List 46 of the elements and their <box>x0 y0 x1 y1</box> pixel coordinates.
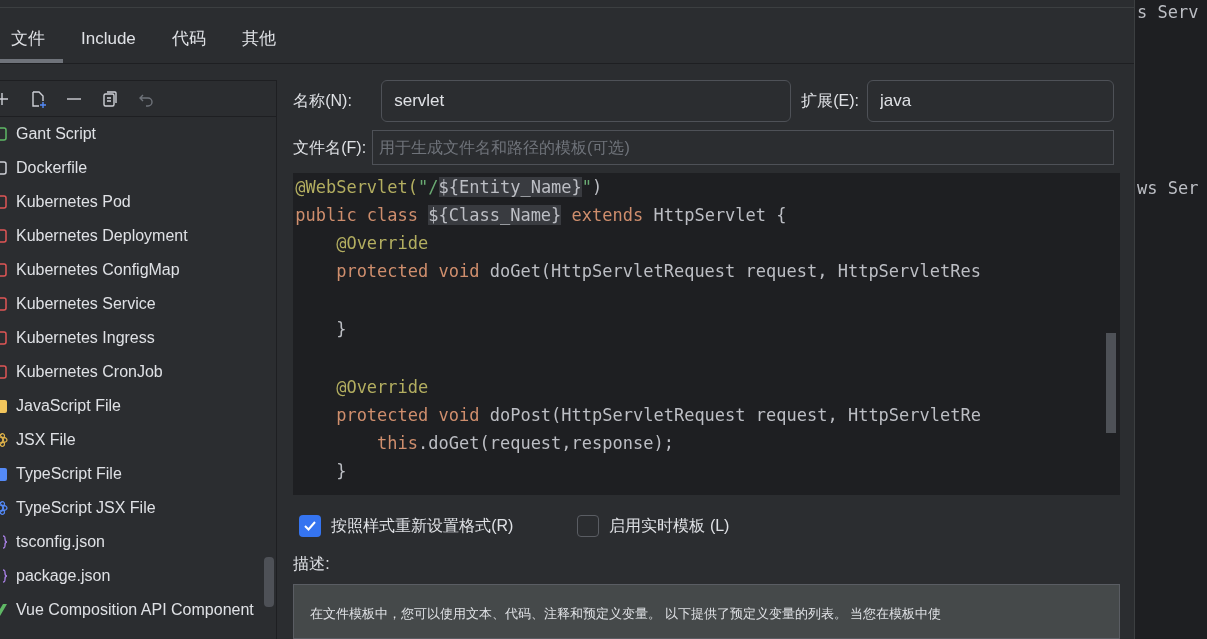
checkbox-label: 启用实时模板 (L) <box>609 515 730 536</box>
field-label: 文件名(F): <box>293 137 367 158</box>
background-code: ws Ser <box>1137 176 1200 200</box>
template-list-item[interactable]: Kubernetes Ingress <box>16 326 155 350</box>
template-list-item[interactable]: Kubernetes Pod <box>16 190 131 214</box>
code-line: } <box>335 319 347 339</box>
code-line: this.doGet(request,response); <box>376 433 674 453</box>
template-list-item[interactable]: Dockerfile <box>16 156 88 180</box>
code-editor[interactable] <box>293 173 1120 495</box>
code-line: protected void doGet(HttpServletRequest request, HttpServletRes <box>335 261 981 281</box>
extension-field[interactable]: java <box>867 80 1114 122</box>
tab[interactable]: 其他 <box>223 19 294 63</box>
template-list-item[interactable]: JSX File <box>16 428 76 452</box>
template-list-item[interactable]: Kubernetes CronJob <box>16 360 163 384</box>
name-field[interactable]: servlet <box>381 80 792 122</box>
copy-icon[interactable] <box>100 88 120 109</box>
code-line: @Override <box>335 233 429 253</box>
template-list-item[interactable]: package.json <box>16 564 111 588</box>
template-list-item[interactable]: Gant Script <box>16 122 97 146</box>
code-line: @Override <box>335 377 429 397</box>
template-list-item[interactable]: TypeScript File <box>16 462 122 486</box>
description-label: 描述: <box>293 554 331 575</box>
description-text: 在文件模板中，您可以使用文本、代码、注释和预定义变量。 以下提供了预定义变量的列表。 当您在模板中使 <box>310 606 942 622</box>
tab[interactable]: Include <box>63 19 154 63</box>
code-line: public class ${Class_Name} extends HttpServlet { <box>295 205 787 225</box>
tab[interactable]: 文件 <box>0 19 63 63</box>
code-line: @WebServlet("/${Entity_Name}") <box>295 177 603 197</box>
field-label: 扩展(E): <box>801 91 859 111</box>
field-label: 名称(N): <box>293 91 353 111</box>
checkbox[interactable] <box>299 514 322 537</box>
code-line: } <box>335 461 347 481</box>
checkbox-label: 按照样式重新设置格式(R) <box>331 515 514 536</box>
tab[interactable]: 代码 <box>153 19 224 63</box>
filename-field[interactable]: 用于生成文件名和路径的模板(可选) <box>372 130 1114 165</box>
checkbox[interactable] <box>577 514 600 537</box>
template-list-item[interactable]: Vue Composition API Component <box>16 598 254 622</box>
scrollbar-thumb[interactable] <box>1106 333 1116 433</box>
template-list-item[interactable]: TypeScript JSX File <box>16 496 156 520</box>
scrollbar-thumb[interactable] <box>264 557 275 607</box>
code-line: protected void doPost(HttpServletRequest request, HttpServletRe <box>335 405 981 425</box>
template-list-item[interactable]: tsconfig.json <box>16 530 105 554</box>
template-list-item[interactable]: Kubernetes ConfigMap <box>16 258 180 282</box>
template-list-item[interactable]: Kubernetes Deployment <box>16 224 188 248</box>
template-list-item[interactable]: JavaScript File <box>16 394 121 418</box>
template-list-item[interactable]: Kubernetes Service <box>16 292 156 316</box>
background-code: s Serv <box>1137 1 1200 24</box>
